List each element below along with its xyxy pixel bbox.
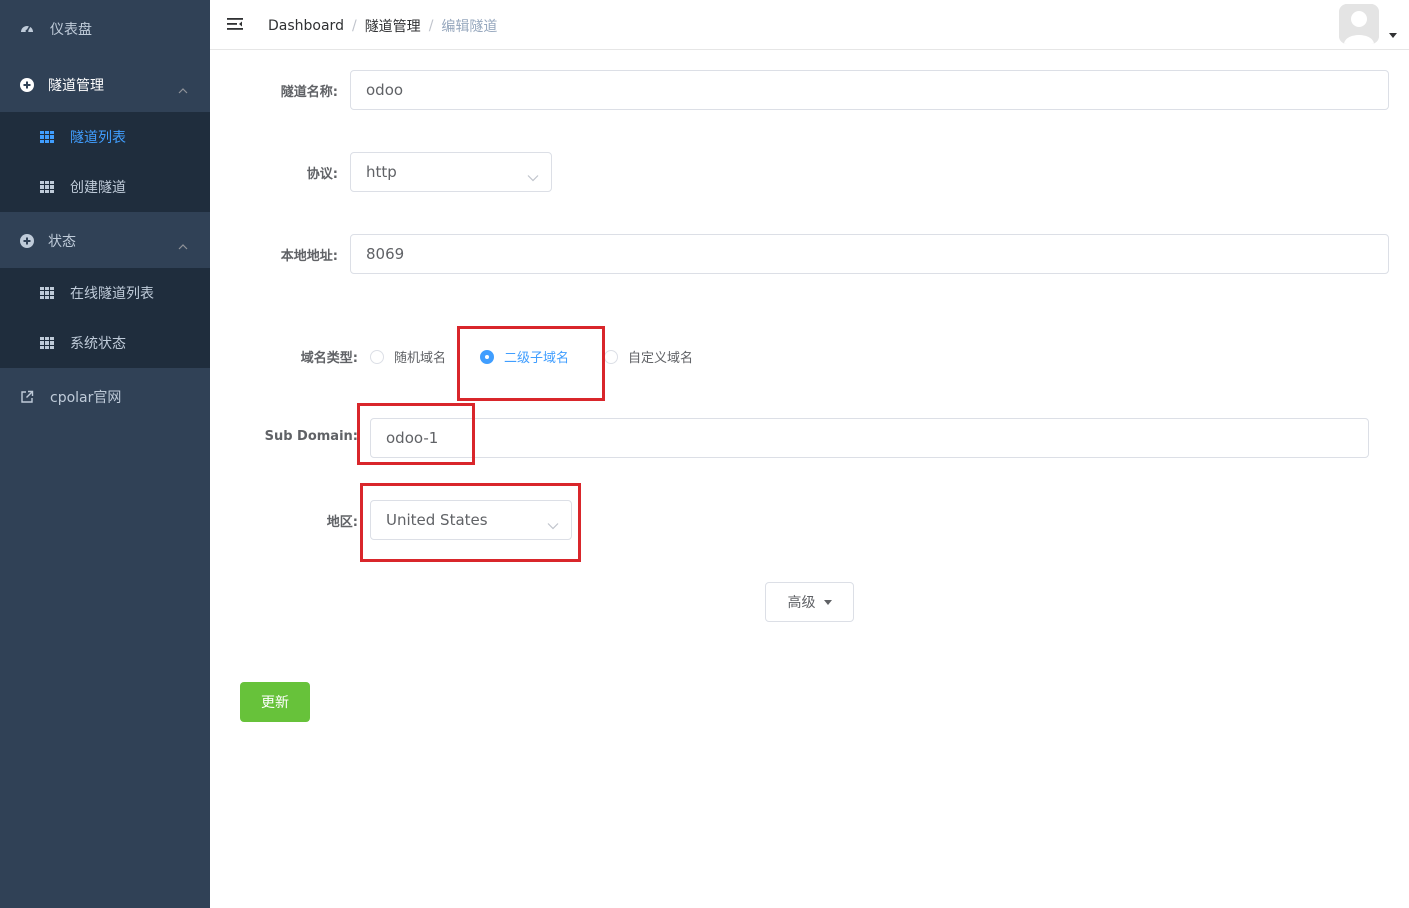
- sidebar-item-system-status[interactable]: 系统状态: [0, 318, 210, 368]
- table-icon: [40, 337, 54, 349]
- sidebar-item-label: 创建隧道: [70, 180, 126, 196]
- chevron-down-icon: [547, 516, 559, 530]
- sidebar-item-label: 隧道列表: [70, 130, 126, 146]
- subdomain-value: odoo-1: [386, 429, 439, 447]
- region-value: United States: [386, 511, 488, 529]
- sidebar-item-label: 在线隧道列表: [70, 286, 154, 302]
- radio-label: 随机域名: [394, 351, 447, 366]
- sidebar-item-dashboard[interactable]: 仪表盘: [0, 4, 210, 54]
- local-address-label: 本地地址:: [280, 249, 338, 264]
- caret-down-icon: [823, 599, 832, 605]
- table-icon: [40, 181, 54, 193]
- region-label: 地区:: [326, 515, 358, 530]
- breadcrumb-dashboard[interactable]: Dashboard: [268, 18, 344, 34]
- caret-down-icon[interactable]: [1389, 33, 1397, 38]
- hamburger-icon[interactable]: [227, 16, 243, 32]
- subdomain-label: Sub Domain:: [264, 429, 358, 444]
- sidebar-item-label: cpolar官网: [50, 390, 122, 406]
- advanced-button-label: 高级: [787, 595, 816, 611]
- radio-random-domain[interactable]: 随机域名: [370, 347, 446, 366]
- plus-circle-icon: [20, 78, 34, 92]
- sidebar-item-label: 系统状态: [70, 336, 126, 352]
- dashboard-icon: [20, 22, 34, 36]
- breadcrumb-separator: /: [428, 18, 434, 34]
- external-link-icon: [20, 390, 34, 404]
- sidebar-item-create-tunnel[interactable]: 创建隧道: [0, 162, 210, 212]
- tunnel-name-value: odoo: [366, 81, 404, 99]
- domain-type-label: 域名类型:: [300, 351, 358, 366]
- update-button-label: 更新: [261, 695, 289, 711]
- protocol-value: http: [366, 163, 397, 181]
- radio-circle: [370, 349, 384, 364]
- radio-subdomain[interactable]: 二级子域名: [480, 347, 569, 366]
- user-avatar-icon: [1339, 4, 1379, 44]
- chevron-up-icon: [178, 82, 188, 94]
- protocol-select[interactable]: http: [350, 152, 552, 192]
- breadcrumb-tunnel-management[interactable]: 隧道管理: [365, 16, 421, 36]
- avatar[interactable]: [1339, 4, 1379, 44]
- breadcrumb: Dashboard / 隧道管理 / 编辑隧道: [268, 16, 497, 36]
- radio-circle-checked: [480, 349, 494, 364]
- sidebar-item-online-tunnels[interactable]: 在线隧道列表: [0, 268, 210, 318]
- sidebar: 仪表盘 隧道管理 隧道列表 创建隧道 状态 在线隧道列表 系统状态 cpolar…: [0, 0, 210, 908]
- sidebar-item-cpolar-website[interactable]: cpolar官网: [0, 372, 210, 422]
- sidebar-item-label: 隧道管理: [48, 78, 104, 94]
- sidebar-item-status[interactable]: 状态: [0, 216, 210, 266]
- local-address-value: 8069: [366, 245, 405, 263]
- protocol-label: 协议:: [306, 167, 338, 182]
- radio-label: 自定义域名: [628, 351, 694, 366]
- radio-label: 二级子域名: [504, 351, 570, 366]
- chevron-up-icon: [178, 238, 188, 250]
- radio-custom-domain[interactable]: 自定义域名: [604, 347, 693, 366]
- chevron-down-icon: [527, 168, 539, 182]
- breadcrumb-separator: /: [351, 18, 357, 34]
- tunnel-name-input[interactable]: odoo: [350, 70, 1389, 110]
- table-icon: [40, 287, 54, 299]
- sidebar-item-label: 仪表盘: [50, 22, 92, 38]
- table-icon: [40, 131, 54, 143]
- advanced-button[interactable]: 高级: [765, 582, 854, 622]
- local-address-input[interactable]: 8069: [350, 234, 1389, 274]
- subdomain-input[interactable]: odoo-1: [370, 418, 1369, 458]
- navbar: Dashboard / 隧道管理 / 编辑隧道: [210, 0, 1409, 50]
- sidebar-item-tunnel-management[interactable]: 隧道管理: [0, 60, 210, 110]
- breadcrumb-edit-tunnel: 编辑隧道: [441, 19, 498, 35]
- update-button[interactable]: 更新: [240, 682, 310, 722]
- radio-circle: [604, 349, 618, 364]
- sidebar-item-tunnel-list[interactable]: 隧道列表: [0, 112, 210, 162]
- sidebar-item-label: 状态: [48, 234, 76, 250]
- tunnel-name-label: 隧道名称:: [280, 85, 338, 100]
- region-select[interactable]: United States: [370, 500, 572, 540]
- plus-circle-icon: [20, 234, 34, 248]
